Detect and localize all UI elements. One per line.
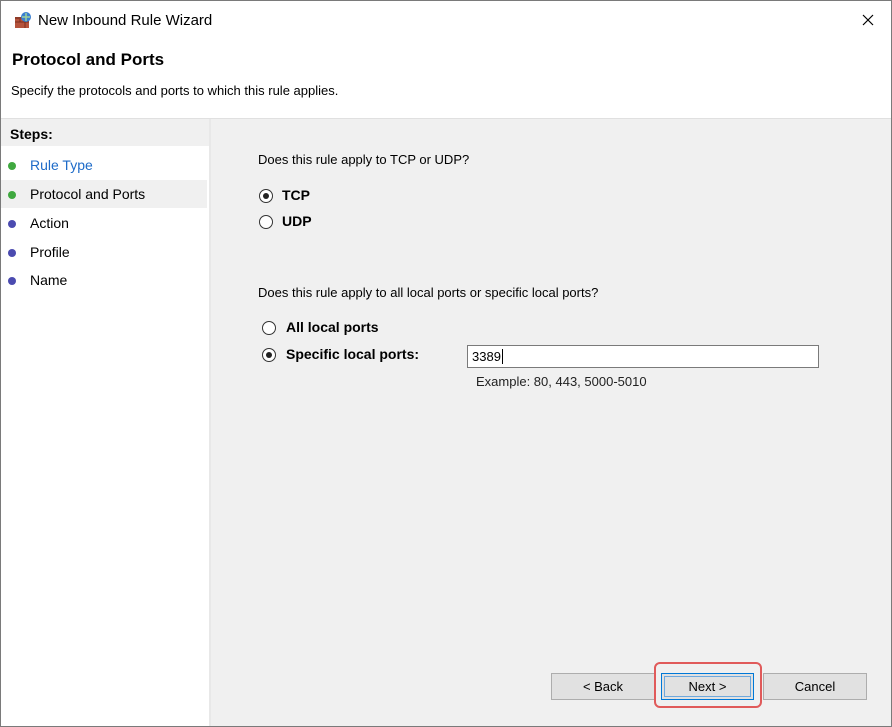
close-icon [862,14,874,26]
step-profile: Profile [1,238,207,266]
firewall-icon [15,12,31,28]
wizard-header: Protocol and Ports Specify the protocols… [1,39,891,119]
udp-radio[interactable] [259,215,273,229]
page-title: Protocol and Ports [12,50,165,69]
wizard-window: New Inbound Rule Wizard Protocol and Por… [0,0,892,727]
back-button[interactable]: < Back [551,673,655,700]
window-title: New Inbound Rule Wizard [38,12,213,29]
step-status-dot [8,191,16,199]
step-label: Action [30,215,69,231]
steps-heading: Steps: [1,119,209,146]
step-label: Protocol and Ports [30,186,146,202]
step-rule-type[interactable]: Rule Type [1,151,207,179]
protocol-question: Does this rule apply to TCP or UDP? [258,152,470,167]
radio-selected-dot [266,352,272,358]
ports-question: Does this rule apply to all local ports … [258,285,599,300]
close-button[interactable] [845,1,891,39]
all-local-ports-radio[interactable] [262,321,276,335]
specific-local-ports-label[interactable]: Specific local ports: [286,346,419,362]
tcp-radio[interactable] [259,189,273,203]
tcp-label[interactable]: TCP [282,187,310,203]
step-label: Rule Type [30,157,93,173]
step-status-dot [8,249,16,257]
text-caret [501,349,503,364]
ports-example-hint: Example: 80, 443, 5000-5010 [476,374,647,389]
title-bar: New Inbound Rule Wizard [1,1,891,39]
next-button-highlight [654,662,762,708]
udp-label[interactable]: UDP [282,213,312,229]
cancel-button[interactable]: Cancel [763,673,867,700]
step-protocol-and-ports: Protocol and Ports [1,180,207,208]
step-name: Name [1,266,207,294]
step-status-dot [8,277,16,285]
page-subtitle: Specify the protocols and ports to which… [11,83,339,98]
wizard-content: Does this rule apply to TCP or UDP? TCP … [211,119,891,726]
ports-input-value: 3389 [472,349,501,364]
radio-selected-dot [263,193,269,199]
steps-heading-label: Steps: [10,126,53,142]
step-status-dot [8,162,16,170]
step-status-dot [8,220,16,228]
specific-ports-input[interactable]: 3389 [467,345,819,368]
specific-local-ports-radio[interactable] [262,348,276,362]
steps-sidebar: Steps: Rule Type Protocol and Ports Acti… [1,119,211,726]
all-local-ports-label[interactable]: All local ports [286,319,379,335]
step-action: Action [1,209,207,237]
step-label: Name [30,272,68,288]
step-label: Profile [30,244,70,260]
